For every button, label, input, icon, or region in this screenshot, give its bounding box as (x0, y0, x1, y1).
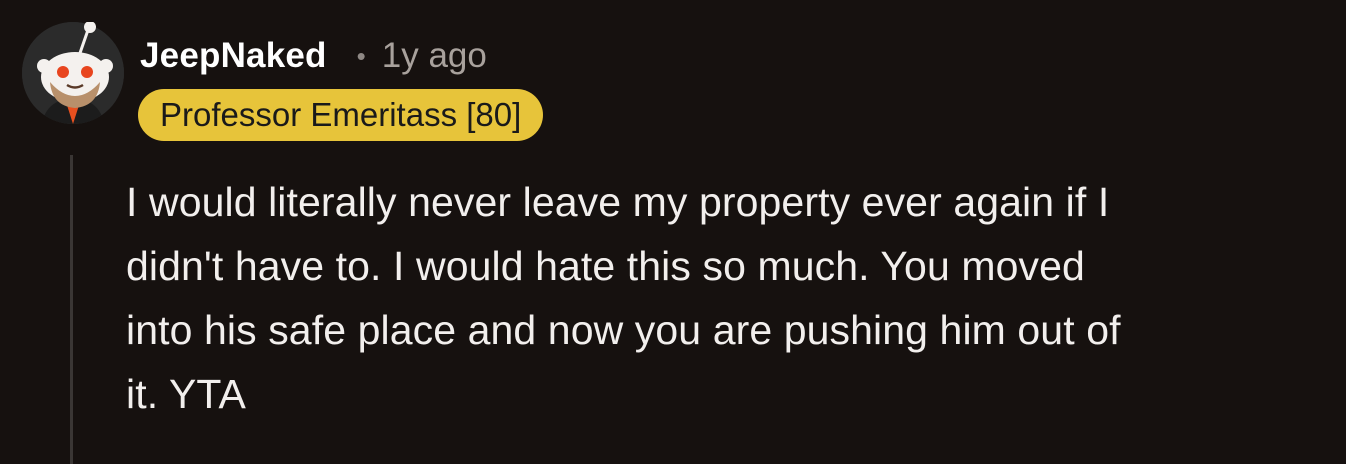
comment: JeepNaked • 1y ago Professor Emeritass [… (0, 0, 1346, 464)
comment-body-line: it. YTA (126, 371, 246, 417)
avatar[interactable] (22, 22, 124, 124)
meta-separator: • (356, 40, 366, 71)
user-flair[interactable]: Professor Emeritass [80] (138, 89, 544, 141)
comment-timestamp[interactable]: 1y ago (382, 36, 487, 76)
comment-meta: JeepNaked • 1y ago (140, 30, 487, 82)
comment-body-line: didn't have to. I would hate this so muc… (126, 243, 1085, 289)
comment-body: I would literally never leave my propert… (126, 170, 1326, 426)
snoo-avatar-icon (22, 22, 124, 124)
comment-body-line: I would literally never leave my propert… (126, 179, 1110, 225)
comment-body-line: into his safe place and now you are push… (126, 307, 1121, 353)
username-link[interactable]: JeepNaked (140, 36, 327, 76)
thread-collapse-line[interactable] (70, 155, 73, 464)
